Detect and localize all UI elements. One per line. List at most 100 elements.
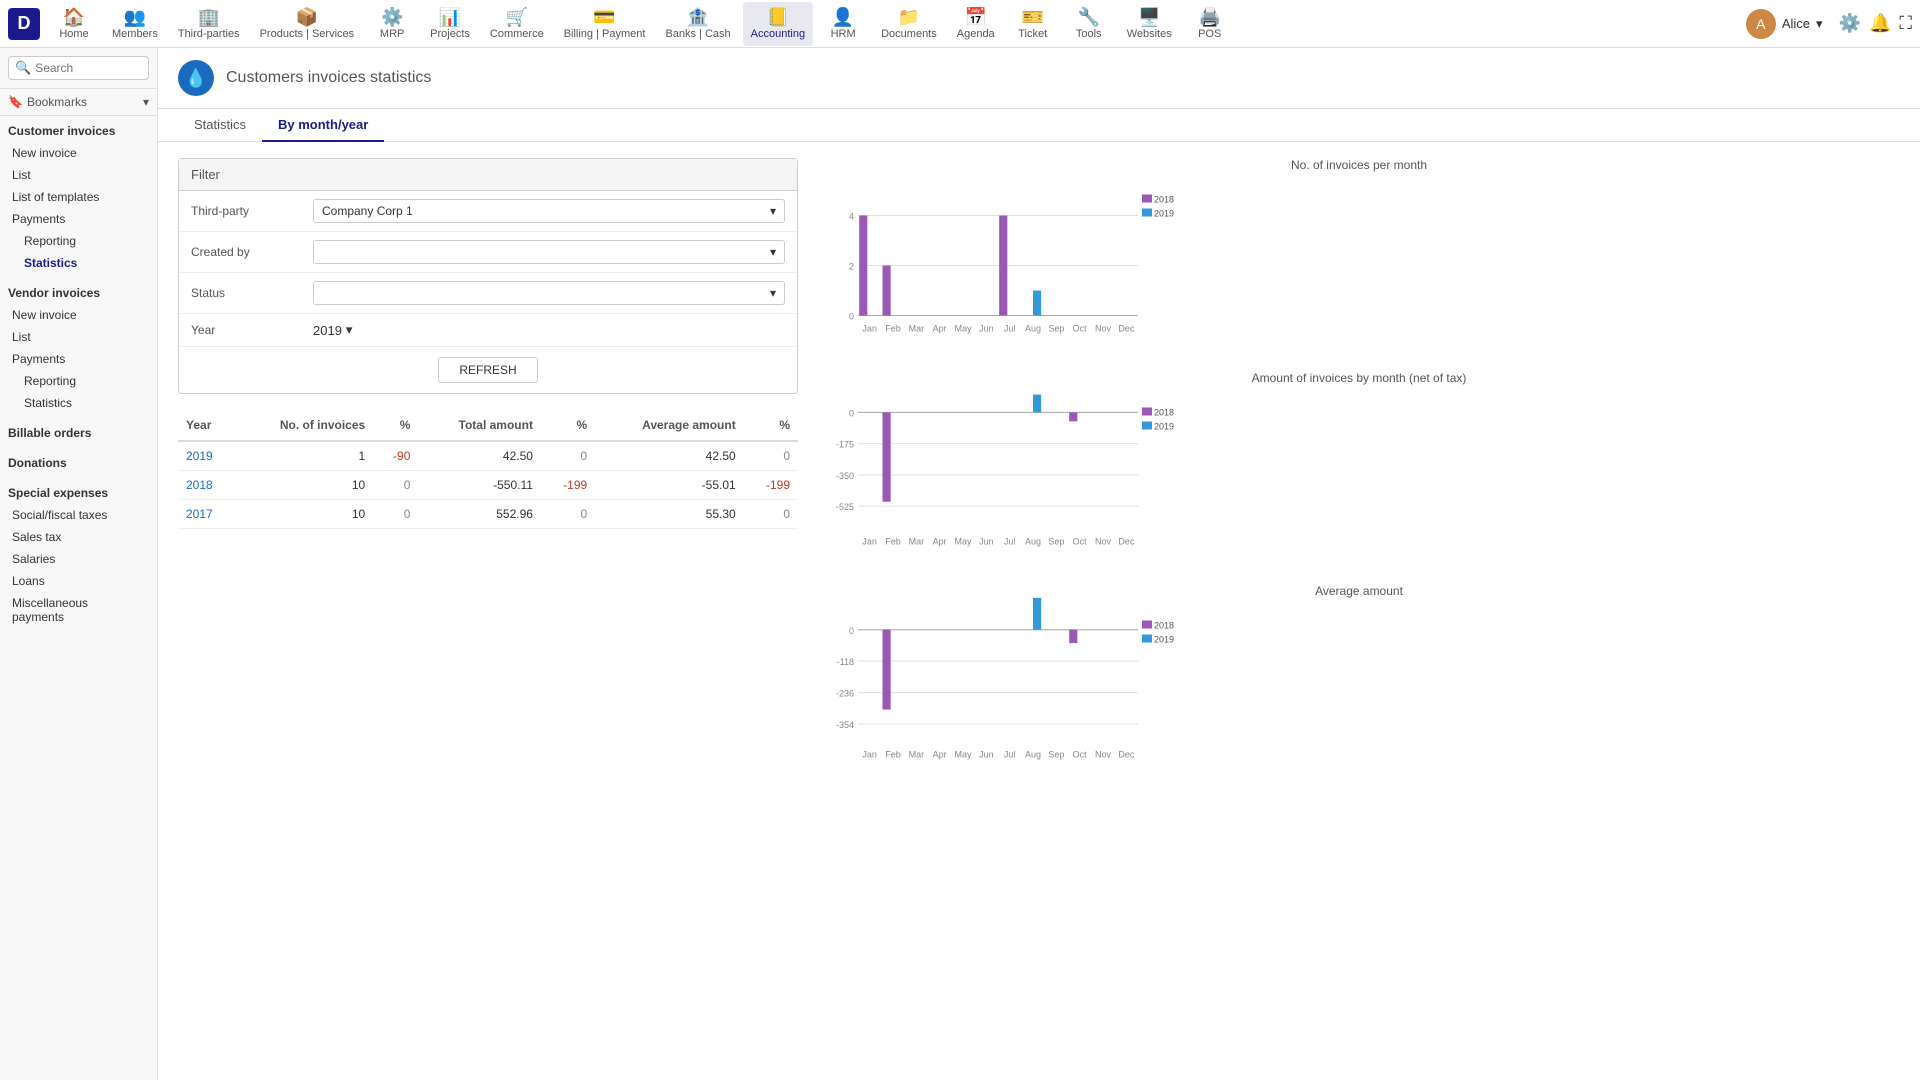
nav-accounting[interactable]: 📒 Accounting — [743, 2, 813, 46]
members-icon: 👥 — [124, 8, 146, 26]
username-label: Alice — [1782, 16, 1810, 31]
nav-members-label: Members — [112, 28, 158, 40]
tab-statistics[interactable]: Statistics — [178, 109, 262, 142]
cell-year[interactable]: 2018 — [178, 471, 236, 500]
filter-label-year: Year — [191, 323, 301, 337]
table-row: 2018 10 0 -550.11 -199 -55.01 -199 — [178, 471, 798, 500]
products-icon: 📦 — [296, 8, 318, 26]
nav-tools[interactable]: 🔧 Tools — [1063, 2, 1115, 46]
sidebar-item-vendor-statistics[interactable]: Statistics — [8, 392, 149, 414]
nav-agenda[interactable]: 📅 Agenda — [949, 2, 1003, 46]
sidebar-item-vendor-list[interactable]: List — [8, 326, 149, 348]
created-by-input[interactable]: ▾ — [313, 240, 785, 264]
sidebar-item-social-taxes[interactable]: Social/fiscal taxes — [8, 504, 149, 526]
nav-pos-label: POS — [1198, 28, 1221, 40]
sidebar-item-vendor-new-invoice[interactable]: New invoice — [8, 304, 149, 326]
cell-total: -550.11 — [418, 471, 541, 500]
sidebar-item-loans[interactable]: Loans — [8, 570, 149, 592]
svg-text:May: May — [954, 750, 972, 760]
refresh-button[interactable]: REFRESH — [438, 357, 537, 383]
cell-year[interactable]: 2017 — [178, 500, 236, 529]
svg-text:May: May — [954, 537, 972, 547]
chart1-title: No. of invoices per month — [818, 158, 1900, 172]
bookmarks-toggle[interactable]: 🔖 Bookmarks ▾ — [0, 89, 157, 116]
col-num-invoices: No. of invoices — [236, 410, 373, 441]
svg-text:2018: 2018 — [1154, 621, 1174, 631]
settings-icon[interactable]: ⚙️ — [1839, 13, 1861, 34]
nav-hrm-label: HRM — [831, 28, 856, 40]
third-party-input[interactable]: Company Corp 1 ▾ — [313, 199, 785, 223]
svg-text:Oct: Oct — [1073, 324, 1088, 334]
nav-billing-payment[interactable]: 💳 Billing | Payment — [556, 2, 654, 46]
svg-text:-175: -175 — [836, 440, 854, 450]
sidebar-item-salaries[interactable]: Salaries — [8, 548, 149, 570]
nav-pos[interactable]: 🖨️ POS — [1184, 2, 1236, 46]
status-input[interactable]: ▾ — [313, 281, 785, 305]
sidebar-item-vendor-reporting[interactable]: Reporting — [8, 370, 149, 392]
sidebar-item-new-invoice[interactable]: New invoice — [8, 142, 149, 164]
app-body: 🔍 🔖 Bookmarks ▾ Customer invoices New in… — [0, 48, 1920, 1080]
svg-text:Jan: Jan — [862, 537, 877, 547]
nav-hrm[interactable]: 👤 HRM — [817, 2, 869, 46]
svg-text:Mar: Mar — [909, 324, 925, 334]
sidebar-item-list-templates[interactable]: List of templates — [8, 186, 149, 208]
sidebar-item-misc-payments[interactable]: Miscellaneous payments — [8, 592, 149, 628]
nav-home[interactable]: 🏠 Home — [48, 2, 100, 46]
notifications-icon[interactable]: 🔔 — [1869, 13, 1891, 34]
table-header-row: Year No. of invoices % Total amount % Av… — [178, 410, 798, 441]
sidebar-section-billable-orders: Billable orders — [0, 418, 157, 448]
bookmark-icon: 🔖 — [8, 95, 23, 109]
sidebar-item-reporting[interactable]: Reporting — [8, 230, 149, 252]
sidebar-item-payments[interactable]: Payments — [8, 208, 149, 230]
bookmarks-chevron-icon: ▾ — [143, 95, 149, 109]
user-menu[interactable]: A Alice ▾ — [1738, 5, 1831, 43]
accounting-icon: 📒 — [767, 8, 789, 26]
cell-pct3: 0 — [744, 441, 798, 471]
filter-row-created-by: Created by ▾ — [179, 232, 797, 273]
nav-mrp[interactable]: ⚙️ MRP — [366, 2, 418, 46]
svg-text:Feb: Feb — [885, 750, 901, 760]
fullscreen-icon[interactable]: ⛶ — [1899, 13, 1912, 34]
nav-banks-cash[interactable]: 🏦 Banks | Cash — [657, 2, 738, 46]
sidebar-item-list[interactable]: List — [8, 164, 149, 186]
svg-text:Jun: Jun — [979, 324, 994, 334]
top-navigation: D 🏠 Home 👥 Members 🏢 Third-parties 📦 Pro… — [0, 0, 1920, 48]
content-area: Filter Third-party Company Corp 1 ▾ Crea… — [158, 142, 1920, 1080]
sidebar-item-sales-tax[interactable]: Sales tax — [8, 526, 149, 548]
page-tabs: Statistics By month/year — [158, 109, 1920, 142]
svg-text:Mar: Mar — [909, 537, 925, 547]
search-input[interactable] — [35, 61, 142, 75]
refresh-row: REFRESH — [179, 347, 797, 393]
sidebar-item-vendor-payments[interactable]: Payments — [8, 348, 149, 370]
commerce-icon: 🛒 — [506, 8, 528, 26]
col-total: Total amount — [418, 410, 541, 441]
cell-pct1: -90 — [373, 441, 418, 471]
vendor-invoices-title: Vendor invoices — [8, 286, 149, 300]
nav-products-services[interactable]: 📦 Products | Services — [252, 2, 363, 46]
sidebar-item-statistics[interactable]: Statistics — [8, 252, 149, 274]
third-parties-icon: 🏢 — [198, 8, 220, 26]
svg-text:Nov: Nov — [1095, 750, 1112, 760]
chart-invoices-per-month: No. of invoices per month 024JanFebMarAp… — [818, 158, 1900, 351]
filter-section: Filter Third-party Company Corp 1 ▾ Crea… — [178, 158, 798, 394]
search-box[interactable]: 🔍 — [8, 56, 149, 80]
nav-ticket[interactable]: 🎫 Ticket — [1007, 2, 1059, 46]
nav-commerce[interactable]: 🛒 Commerce — [482, 2, 552, 46]
nav-documents-label: Documents — [881, 28, 937, 40]
cell-num: 10 — [236, 500, 373, 529]
nav-third-parties[interactable]: 🏢 Third-parties — [170, 2, 248, 46]
cell-year[interactable]: 2019 — [178, 441, 236, 471]
pos-icon: 🖨️ — [1199, 8, 1221, 26]
tab-by-month-year[interactable]: By month/year — [262, 109, 384, 142]
year-dropdown-icon: ▾ — [346, 322, 353, 338]
app-logo[interactable]: D — [8, 8, 40, 40]
nav-members[interactable]: 👥 Members — [104, 2, 166, 46]
nav-documents[interactable]: 📁 Documents — [873, 2, 945, 46]
svg-text:Aug: Aug — [1025, 537, 1041, 547]
nav-websites[interactable]: 🖥️ Websites — [1119, 2, 1180, 46]
svg-text:Nov: Nov — [1095, 324, 1112, 334]
svg-text:Dec: Dec — [1118, 750, 1135, 760]
chart2-title: Amount of invoices by month (net of tax) — [818, 371, 1900, 385]
svg-text:-525: -525 — [836, 502, 854, 512]
nav-projects[interactable]: 📊 Projects — [422, 2, 478, 46]
